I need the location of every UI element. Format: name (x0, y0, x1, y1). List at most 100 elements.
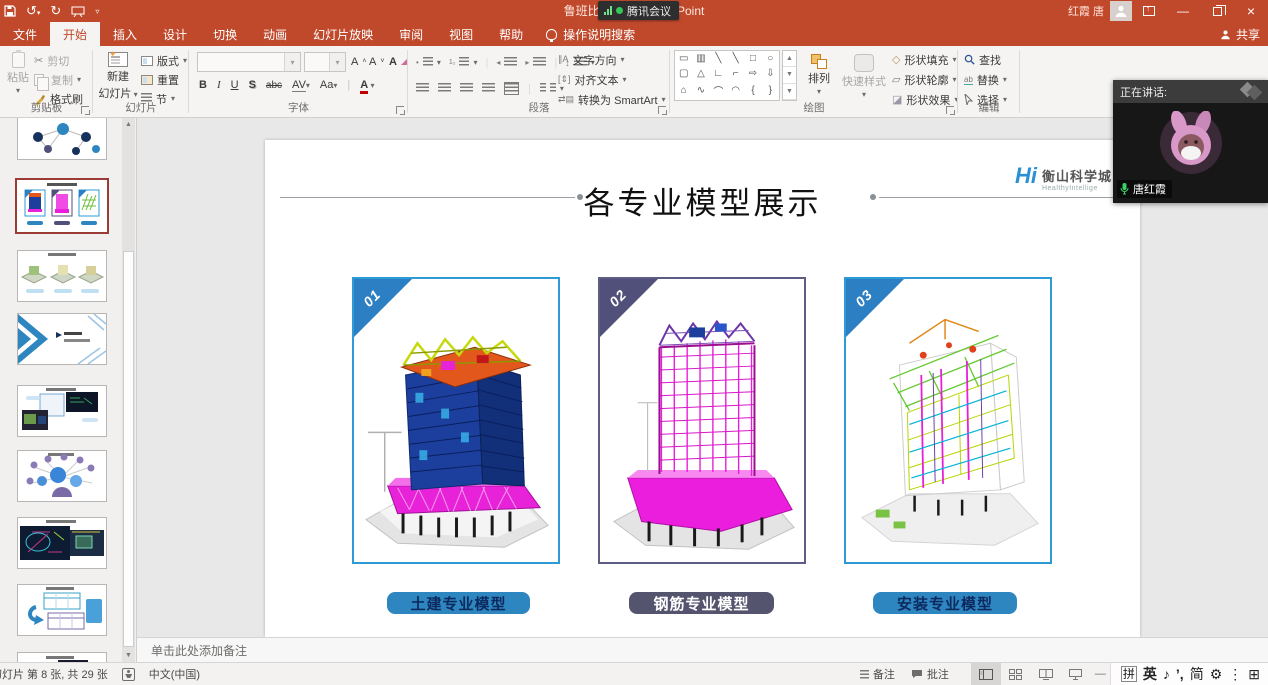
underline-button[interactable]: U (231, 79, 239, 91)
font-dialog-launcher[interactable] (396, 106, 404, 114)
shape-elbow-icon[interactable]: ∟ (713, 68, 723, 79)
model-card-mep[interactable]: 03 (844, 277, 1052, 564)
shape-triangle-icon[interactable]: △ (697, 68, 705, 79)
thumbnail-slide-7[interactable] (17, 118, 107, 160)
font-color-button[interactable]: A ▾ (360, 79, 374, 91)
shapes-gallery[interactable]: ▭▥╲╲□○ ▢△∟⌐⇨⇩ ⌂∿⌒◠{} (674, 50, 780, 101)
text-shadow-button[interactable]: S (249, 79, 256, 91)
thumbnail-slide-10[interactable] (17, 313, 107, 365)
clipboard-dialog-launcher[interactable] (81, 106, 89, 114)
thumbnail-slide-11[interactable] (17, 385, 107, 437)
shape-brace-right-icon[interactable]: } (769, 85, 772, 96)
shape-vertical-textbox-icon[interactable]: ▥ (696, 53, 705, 64)
ime-punctuation-toggle[interactable]: ’, (1176, 666, 1184, 682)
thumbnail-slide-14[interactable] (17, 584, 107, 636)
increase-indent-button[interactable]: ▸ (525, 54, 546, 71)
ime-toolbar[interactable]: 拼 英 ♪ ’, 简 ⚙ ⋮ ⊞ (1110, 663, 1268, 685)
character-spacing-button[interactable]: AV▾ (292, 79, 310, 91)
slide-sorter-view-button[interactable] (1001, 663, 1031, 685)
shape-down-arrow-icon[interactable]: ⇩ (766, 68, 774, 79)
share-button[interactable]: 共享 (1220, 22, 1260, 46)
scrollbar-thumb[interactable] (123, 251, 134, 647)
thumbnail-slide-8-selected[interactable] (15, 178, 109, 234)
ime-keyboard-icon[interactable]: ⊞ (1248, 666, 1260, 683)
tab-home[interactable]: 开始 (50, 22, 100, 46)
new-slide-button[interactable]: 新建 幻灯片 ▾ (98, 52, 138, 101)
tab-insert[interactable]: 插入 (100, 22, 150, 46)
slide-thumbnail-panel[interactable]: ▲ ▼ (0, 118, 137, 662)
bold-button[interactable]: B (199, 79, 207, 91)
shape-curve-icon[interactable]: ◠ (731, 85, 740, 96)
drawing-dialog-launcher[interactable] (946, 106, 954, 114)
thumbnail-slide-13[interactable] (17, 517, 107, 569)
thumbnail-slide-12[interactable] (17, 450, 107, 502)
shape-oval-icon[interactable]: ○ (767, 53, 773, 64)
slide-8-canvas[interactable]: 各专业模型展示 Hi 衡山科学城 HealthyIntellige (265, 140, 1140, 637)
shape-arc-icon[interactable]: ⌒ (713, 83, 723, 98)
tab-animations[interactable]: 动画 (250, 22, 300, 46)
find-button[interactable]: 查找 (964, 51, 1007, 68)
card-label-rebar[interactable]: 钢筋专业模型 (629, 592, 774, 614)
copy-button[interactable]: 复制▾ (34, 71, 83, 88)
gallery-down-icon[interactable]: ▼ (783, 67, 796, 83)
align-text-button[interactable]: [⇕]对齐文本▾ (558, 71, 666, 88)
decrease-indent-button[interactable]: ◂ (496, 54, 517, 71)
tencent-meeting-floating-bar[interactable]: 腾讯会议 (598, 1, 679, 20)
cut-button[interactable]: ✂剪切 (34, 52, 83, 69)
shape-outline-button[interactable]: ▱形状轮廓▾ (892, 71, 958, 88)
replace-button[interactable]: ab替换▾ (964, 71, 1007, 88)
bullets-button[interactable]: •▾ (416, 54, 441, 71)
scroll-down-icon[interactable]: ▼ (122, 649, 135, 662)
shape-line-icon[interactable]: ╲ (715, 53, 721, 64)
shape-textbox-icon[interactable]: ▭ (679, 53, 688, 64)
zoom-out-button[interactable]: — (1091, 663, 1110, 685)
font-name-combo[interactable]: ▾ (197, 52, 301, 72)
model-card-rebar[interactable]: 02 (598, 277, 806, 564)
slide-number-indicator[interactable]: 幻灯片 第 8 张, 共 29 张 (0, 666, 108, 682)
align-center-button[interactable] (438, 83, 451, 94)
notes-placeholder[interactable]: 单击此处添加备注 (151, 642, 247, 659)
tab-review[interactable]: 审阅 (386, 22, 436, 46)
paste-button[interactable]: 粘贴 ▾ (4, 52, 32, 95)
thumbnail-slide-15[interactable] (17, 652, 107, 662)
reset-button[interactable]: 重置 (141, 71, 187, 88)
text-direction-button[interactable]: ∥A文字方向▾ (558, 51, 666, 68)
ime-pinyin-mode[interactable]: 拼 (1121, 666, 1137, 682)
normal-view-button[interactable] (971, 663, 1001, 685)
shapes-gallery-scroll[interactable]: ▲ ▼ ▼ (782, 50, 797, 101)
notes-pane[interactable]: 单击此处添加备注 (137, 637, 1268, 662)
shape-rectangle-icon[interactable]: □ (750, 53, 756, 64)
shape-scribble-icon[interactable]: ∿ (697, 85, 705, 96)
scroll-up-icon[interactable]: ▲ (122, 118, 135, 131)
distributed-button[interactable] (504, 82, 519, 95)
ribbon-display-options-button[interactable] (1132, 0, 1166, 22)
notes-toggle-button[interactable]: 备注 (852, 663, 903, 685)
tab-transitions[interactable]: 切换 (200, 22, 250, 46)
tab-file[interactable]: 文件 (0, 22, 50, 46)
shape-freeform-icon[interactable]: ⌂ (681, 85, 687, 96)
shape-arrow-icon[interactable]: ╲ (733, 53, 739, 64)
gallery-up-icon[interactable]: ▲ (783, 51, 796, 67)
shrink-font-button[interactable]: A˅ (369, 53, 384, 70)
account-name[interactable]: 红霞 唐 (1068, 3, 1104, 19)
minimize-button[interactable]: — (1166, 0, 1200, 22)
tab-help[interactable]: 帮助 (486, 22, 536, 46)
meeting-video-area[interactable]: 唐红霞 (1113, 103, 1268, 203)
ime-language-toggle[interactable]: 英 (1143, 664, 1157, 684)
tab-design[interactable]: 设计 (150, 22, 200, 46)
thumbnail-scrollbar[interactable]: ▲ ▼ (122, 118, 135, 662)
align-right-button[interactable] (460, 83, 473, 94)
close-button[interactable]: × (1234, 0, 1268, 22)
paragraph-dialog-launcher[interactable] (658, 106, 666, 114)
shape-elbow2-icon[interactable]: ⌐ (733, 68, 739, 79)
tab-slideshow[interactable]: 幻灯片放映 (300, 22, 386, 46)
account-avatar[interactable] (1110, 1, 1132, 21)
reading-view-button[interactable] (1031, 663, 1061, 685)
accessibility-icon[interactable] (122, 668, 135, 681)
slide-title[interactable]: 各专业模型展示 (265, 178, 1140, 223)
ime-more-icon[interactable]: ⋮ (1228, 666, 1242, 683)
strikethrough-button[interactable]: abc (266, 80, 282, 91)
ime-sound-icon[interactable]: ♪ (1163, 666, 1170, 682)
meeting-header[interactable]: 正在讲话: (1113, 80, 1268, 103)
ime-settings-gear-icon[interactable]: ⚙ (1210, 666, 1223, 683)
